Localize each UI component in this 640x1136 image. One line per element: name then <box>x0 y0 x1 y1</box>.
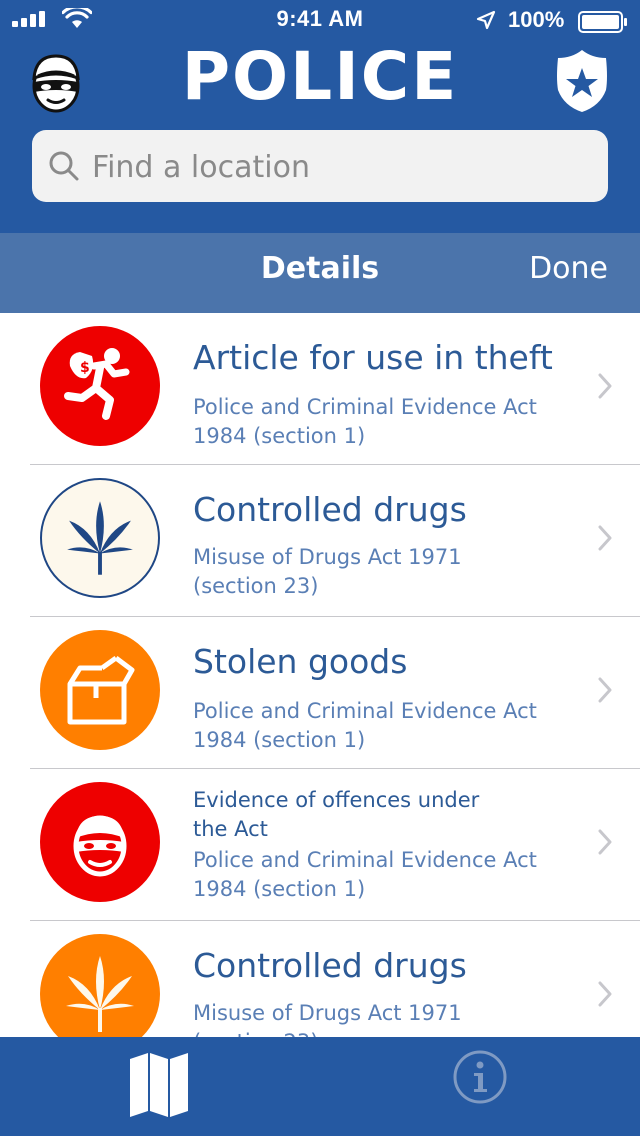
list-item-title: Controlled drugs <box>193 946 467 985</box>
details-bar: Details Done <box>0 233 640 313</box>
list-item-title: Stolen goods <box>193 642 408 681</box>
list-item-subtitle: Misuse of Drugs Act 1971 <box>193 1001 462 1025</box>
thief-running-icon: $ <box>40 326 160 446</box>
map-icon[interactable] <box>128 1053 190 1119</box>
list-item-title: Article for use in theft <box>193 338 553 377</box>
cannabis-leaf-icon <box>40 478 160 598</box>
app-header: 9:41 AM 100% POLICE <box>0 0 640 233</box>
svg-text:$: $ <box>80 360 90 376</box>
list-item-title: Evidence of offences under <box>193 788 480 812</box>
search-bar[interactable] <box>32 130 608 204</box>
list-item-evidence-of-offences[interactable]: Evidence of offences under the Act Polic… <box>0 769 640 921</box>
chevron-right-icon <box>598 373 612 399</box>
list-item-subtitle: Police and Criminal Evidence Act <box>193 699 537 723</box>
location-arrow-icon <box>476 10 496 30</box>
list-item-title-line2: the Act <box>193 817 268 841</box>
list-item-title: Controlled drugs <box>193 490 467 529</box>
list-item-subtitle: Police and Criminal Evidence Act <box>193 848 537 872</box>
list-item-subtitle-line2: (section 23) <box>193 1028 573 1037</box>
list-item-text: Article for use in theft Police and Crim… <box>193 313 573 451</box>
search-icon <box>49 151 79 181</box>
list-item-subtitle-line2: 1984 (section 1) <box>193 424 366 448</box>
battery-percent: 100% <box>508 7 565 32</box>
battery-icon <box>578 11 627 33</box>
list-item-subtitle-line2: 1984 (section 1) <box>193 877 366 901</box>
list-item-text: Stolen goods Police and Criminal Evidenc… <box>193 617 573 755</box>
list-item-article-for-use-in-theft[interactable]: $ Article for use in theft Police and Cr… <box>0 313 640 465</box>
police-badge-icon[interactable] <box>554 48 610 114</box>
list-item-subtitle-line2: 1984 (section 1) <box>193 728 366 752</box>
list-item-subtitle: Police and Criminal Evidence Act <box>193 395 537 419</box>
list-item-text: Evidence of offences under the Act Polic… <box>193 769 573 904</box>
search-reasons-list: $ Article for use in theft Police and Cr… <box>0 313 640 1037</box>
list-item-controlled-drugs-2[interactable]: Controlled drugs Misuse of Drugs Act 197… <box>0 921 640 1037</box>
tab-bar <box>0 1037 640 1136</box>
list-item-text: Controlled drugs Misuse of Drugs Act 197… <box>193 465 573 601</box>
masked-face-icon <box>40 782 160 902</box>
list-item-controlled-drugs[interactable]: Controlled drugs Misuse of Drugs Act 197… <box>0 465 640 617</box>
search-input[interactable] <box>90 130 594 204</box>
app-title: POLICE <box>181 38 459 115</box>
chevron-right-icon <box>598 677 612 703</box>
chevron-right-icon <box>598 525 612 551</box>
chevron-right-icon <box>598 981 612 1007</box>
list-item-text: Controlled drugs Misuse of Drugs Act 197… <box>193 921 573 1037</box>
list-item-stolen-goods[interactable]: Stolen goods Police and Criminal Evidenc… <box>0 617 640 769</box>
list-item-subtitle: Misuse of Drugs Act 1971 <box>193 545 462 569</box>
info-icon[interactable] <box>452 1049 508 1105</box>
open-box-icon <box>40 630 160 750</box>
status-bar: 9:41 AM 100% <box>0 0 640 40</box>
done-button[interactable]: Done <box>529 251 608 286</box>
cannabis-leaf-icon <box>40 934 160 1037</box>
list-item-subtitle-line2: (section 23) <box>193 574 319 598</box>
chevron-right-icon <box>598 829 612 855</box>
